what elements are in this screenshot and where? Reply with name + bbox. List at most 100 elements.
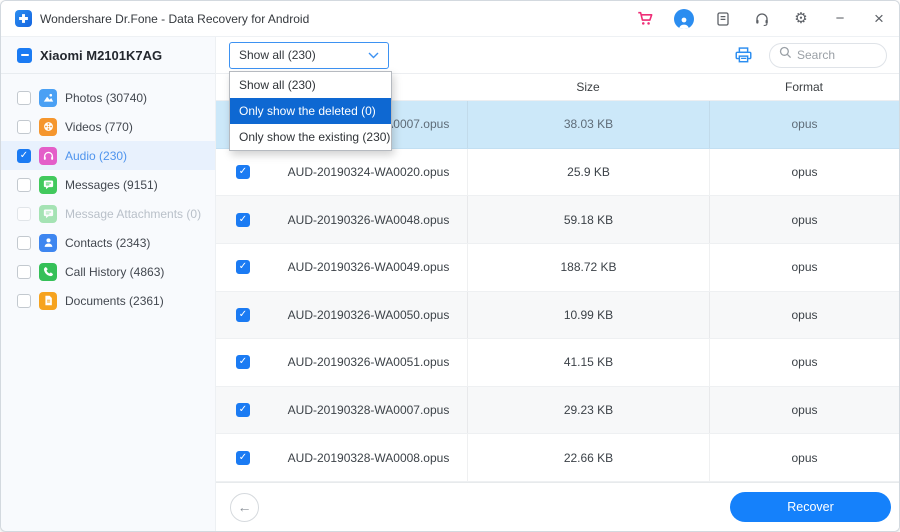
back-button[interactable]: ← <box>230 492 259 522</box>
row-check-cell <box>216 307 270 322</box>
row-checkbox[interactable] <box>236 450 250 465</box>
file-format: opus <box>709 386 899 434</box>
file-name: AUD-20190328-WA0007.opus <box>287 403 450 418</box>
file-format: opus <box>709 196 899 243</box>
file-name: AUD-20190326-WA0048.opus <box>287 212 450 227</box>
sidebar: Xiaomi M2101K7AG Photos (30740) Videos (7… <box>1 37 216 531</box>
recover-button[interactable]: Recover <box>730 492 891 522</box>
row-check-cell <box>216 260 270 275</box>
messages-checkbox[interactable] <box>17 177 31 192</box>
file-format: opus <box>709 148 899 196</box>
toolbar: Show all (230) Search <box>216 37 899 73</box>
file-name: AUD-20190328-WA0008.opus <box>287 450 450 465</box>
file-size: 59.18 KB <box>467 196 709 243</box>
gear-icon[interactable]: ⚙ <box>791 9 811 29</box>
device-name: Xiaomi M2101K7AG <box>40 47 163 63</box>
documents-checkbox[interactable] <box>17 293 31 308</box>
audio-checkbox[interactable] <box>17 148 31 163</box>
titlebar: Wondershare Dr.Fone - Data Recovery for … <box>1 1 899 37</box>
sidebar-item-contacts[interactable]: Contacts (2343) <box>1 228 215 257</box>
messages-icon <box>39 204 57 223</box>
sidebar-item-audio[interactable]: Audio (230) <box>1 141 215 170</box>
drfone-logo-icon <box>15 10 32 27</box>
window-title: Wondershare Dr.Fone - Data Recovery for … <box>40 11 310 26</box>
minimize-icon[interactable]: − <box>830 9 850 29</box>
file-name: AUD-20190324-WA0020.opus <box>287 164 450 179</box>
file-format: opus <box>709 101 899 148</box>
file-size: 29.23 KB <box>467 386 709 434</box>
filter-menu-item[interactable]: Only show the deleted (0) <box>230 98 391 124</box>
filter-dropdown[interactable]: Show all (230) <box>229 41 389 69</box>
cart-icon[interactable] <box>635 9 655 29</box>
app-window: Wondershare Dr.Fone - Data Recovery for … <box>0 0 900 532</box>
search-input[interactable]: Search <box>769 42 887 68</box>
sidebar-item-videos[interactable]: Videos (770) <box>1 112 215 141</box>
headset-icon[interactable] <box>752 9 772 29</box>
table-row[interactable]: AUD-20190326-WA0049.opus 188.72 KBopus <box>216 243 899 292</box>
filter-menu-item[interactable]: Only show the existing (230) <box>230 124 391 150</box>
table-row[interactable]: AUD-20190326-WA0050.opus 10.99 KBopus <box>216 291 899 340</box>
row-checkbox[interactable] <box>236 307 250 322</box>
column-header-size[interactable]: Size <box>467 80 709 94</box>
row-checkbox[interactable] <box>236 403 250 418</box>
filter-menu-item[interactable]: Show all (230) <box>230 72 391 98</box>
file-format: opus <box>709 339 899 386</box>
file-size: 188.72 KB <box>467 243 709 291</box>
row-check-cell <box>216 403 270 418</box>
sidebar-item-label: Documents (2361) <box>65 293 164 308</box>
printer-icon[interactable] <box>734 46 753 64</box>
row-check-cell <box>216 450 270 465</box>
sidebar-item-message-attachments[interactable]: Message Attachments (0) <box>1 199 215 228</box>
filter-dropdown-menu: Show all (230) Only show the deleted (0) O… <box>229 71 392 151</box>
call-history-checkbox[interactable] <box>17 264 31 279</box>
videos-checkbox[interactable] <box>17 119 31 134</box>
audio-icon <box>39 146 57 165</box>
file-format: opus <box>709 291 899 339</box>
contacts-icon <box>39 233 57 252</box>
row-checkbox[interactable] <box>236 164 250 179</box>
table-row[interactable]: AUD-20190328-WA0008.opus 22.66 KBopus <box>216 434 899 482</box>
file-size: 10.99 KB <box>467 291 709 339</box>
sidebar-item-call-history[interactable]: Call History (4863) <box>1 257 215 286</box>
file-size: 38.03 KB <box>467 101 709 148</box>
filter-dropdown-value: Show all (230) <box>239 48 316 62</box>
search-icon <box>779 46 792 64</box>
device-row: Xiaomi M2101K7AG <box>1 37 215 74</box>
account-icon[interactable] <box>674 8 694 29</box>
contacts-checkbox[interactable] <box>17 235 31 250</box>
row-check-cell <box>216 212 270 227</box>
sidebar-item-label: Videos (770) <box>65 119 133 134</box>
photos-checkbox[interactable] <box>17 90 31 105</box>
sidebar-item-documents[interactable]: Documents (2361) <box>1 286 215 315</box>
file-size: 41.15 KB <box>467 339 709 386</box>
message-attachments-checkbox <box>17 206 31 221</box>
row-checkbox[interactable] <box>236 355 250 370</box>
close-icon[interactable]: × <box>869 9 889 29</box>
sidebar-item-photos[interactable]: Photos (30740) <box>1 83 215 112</box>
row-checkbox[interactable] <box>236 260 250 275</box>
file-format: opus <box>709 243 899 291</box>
table-row[interactable]: AUD-20190326-WA0048.opus 59.18 KBopus <box>216 196 899 244</box>
table-row[interactable]: AUD-20190328-WA0007.opus 29.23 KBopus <box>216 386 899 435</box>
row-checkbox[interactable] <box>236 212 250 227</box>
chevron-down-icon <box>368 52 379 59</box>
row-check-cell <box>216 355 270 370</box>
photos-icon <box>39 88 57 107</box>
sidebar-item-label: Messages (9151) <box>65 177 158 192</box>
file-size: 22.66 KB <box>467 434 709 481</box>
videos-icon <box>39 117 57 136</box>
sidebar-item-label: Message Attachments (0) <box>65 206 202 221</box>
content-area: Show all (230) Search Size Format ✓ 38.0… <box>216 37 899 531</box>
table-row[interactable]: AUD-20190324-WA0020.opus 25.9 KBopus <box>216 148 899 197</box>
device-checkbox[interactable] <box>17 47 32 63</box>
table-row[interactable]: AUD-20190326-WA0051.opus 41.15 KBopus <box>216 339 899 387</box>
search-placeholder: Search <box>797 48 836 62</box>
titlebar-icons: ⚙ − × <box>635 8 889 29</box>
documents-icon <box>39 291 57 310</box>
sidebar-item-label: Contacts (2343) <box>65 235 151 250</box>
messages-icon <box>39 175 57 194</box>
row-check-cell <box>216 164 270 179</box>
column-header-format[interactable]: Format <box>709 80 899 94</box>
notes-icon[interactable] <box>713 9 733 29</box>
sidebar-item-messages[interactable]: Messages (9151) <box>1 170 215 199</box>
